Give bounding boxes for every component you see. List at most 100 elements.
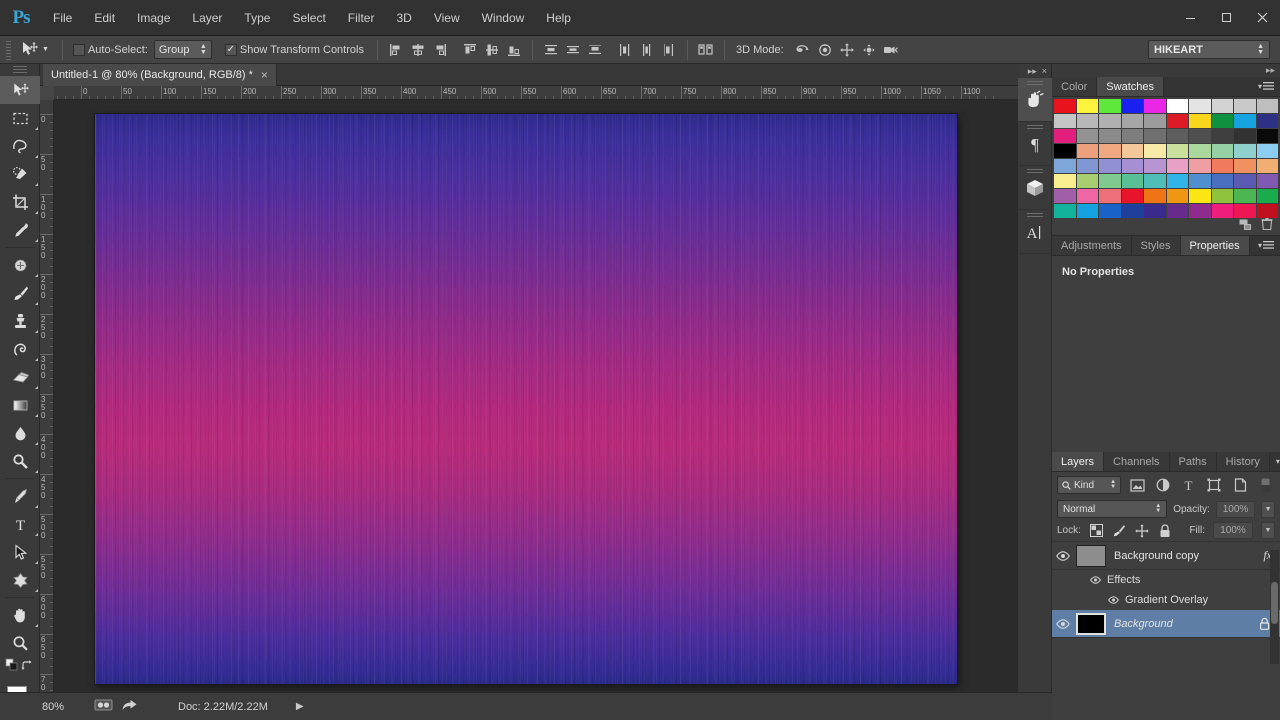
horizontal-ruler[interactable]: 5005010015020025030035040045050055060065… — [40, 86, 1018, 100]
color-swatch[interactable] — [1166, 144, 1188, 158]
tab-layers[interactable]: Layers — [1052, 452, 1105, 471]
distribute-left-edges-icon[interactable] — [614, 39, 636, 61]
spot-healing-brush-tool[interactable] — [0, 251, 40, 279]
color-swatch[interactable] — [1099, 144, 1121, 158]
paragraph-panel-icon[interactable]: ¶ — [1018, 122, 1052, 166]
color-swatch[interactable] — [1189, 159, 1211, 173]
lock-position-icon[interactable] — [1135, 523, 1150, 538]
color-swatch[interactable] — [1166, 189, 1188, 203]
color-swatch[interactable] — [1054, 159, 1076, 173]
color-swatch[interactable] — [1189, 204, 1211, 218]
lasso-tool[interactable] — [0, 132, 40, 160]
distribute-horizontal-centers-icon[interactable] — [636, 39, 658, 61]
lock-transparency-icon[interactable] — [1089, 523, 1104, 538]
default-colors-icon[interactable] — [5, 658, 20, 678]
color-swatch[interactable] — [1234, 129, 1256, 143]
color-swatch[interactable] — [1256, 189, 1278, 203]
layer-thumbnail[interactable] — [1076, 612, 1106, 635]
preview-icon[interactable] — [94, 698, 113, 715]
tab-history[interactable]: History — [1216, 452, 1270, 471]
scale-3d-icon[interactable] — [880, 39, 902, 61]
clone-stamp-tool[interactable] — [0, 307, 40, 335]
color-swatch[interactable] — [1256, 159, 1278, 173]
vertical-ruler[interactable]: 0 50 100 150 200 250 300 350 400 450 500 550 600 650 7… — [40, 100, 54, 692]
show-transform-checkbox[interactable]: ✓ — [224, 43, 237, 56]
color-swatch[interactable] — [1076, 159, 1098, 173]
menu-3d[interactable]: 3D — [385, 0, 422, 36]
filter-pixel-icon[interactable] — [1128, 476, 1147, 494]
delete-swatch-icon[interactable] — [1261, 217, 1273, 236]
color-swatch[interactable] — [1189, 144, 1211, 158]
color-swatch[interactable] — [1234, 99, 1256, 113]
auto-select-checkbox[interactable] — [72, 43, 85, 56]
color-swatch[interactable] — [1166, 159, 1188, 173]
color-swatch[interactable] — [1099, 114, 1121, 128]
color-swatch[interactable] — [1099, 174, 1121, 188]
color-swatch[interactable] — [1076, 204, 1098, 218]
path-selection-tool[interactable] — [0, 538, 40, 566]
tab-adjustments[interactable]: Adjustments — [1052, 236, 1132, 255]
new-swatch-icon[interactable] — [1238, 218, 1252, 236]
scrollbar-thumb[interactable] — [1271, 582, 1278, 624]
filter-type-icon[interactable]: T — [1179, 476, 1198, 494]
color-swatch[interactable] — [1144, 174, 1166, 188]
eye-icon[interactable] — [1052, 618, 1074, 629]
color-swatch[interactable] — [1076, 174, 1098, 188]
lock-all-icon[interactable] — [1158, 523, 1173, 538]
color-swatch[interactable] — [1211, 99, 1233, 113]
layer-row[interactable]: Background copy fx — [1052, 542, 1280, 570]
color-swatch[interactable] — [1144, 129, 1166, 143]
color-swatch[interactable] — [1256, 204, 1278, 218]
horizontal-type-tool[interactable]: T — [0, 510, 40, 538]
panel-menu-icon[interactable]: ▾ — [1252, 236, 1280, 255]
color-swatch[interactable] — [1211, 129, 1233, 143]
color-swatch[interactable] — [1076, 99, 1098, 113]
eraser-tool[interactable] — [0, 363, 40, 391]
zoom-tool[interactable] — [0, 629, 40, 657]
color-swatch[interactable] — [1054, 114, 1076, 128]
roll-3d-icon[interactable] — [814, 39, 836, 61]
align-top-edges-icon[interactable] — [459, 39, 481, 61]
color-swatch[interactable] — [1166, 129, 1188, 143]
crop-tool[interactable] — [0, 188, 40, 216]
color-swatch[interactable] — [1256, 114, 1278, 128]
menu-filter[interactable]: Filter — [337, 0, 386, 36]
menu-select[interactable]: Select — [281, 0, 336, 36]
color-swatch[interactable] — [1054, 174, 1076, 188]
opacity-slider-arrow-icon[interactable]: ▼ — [1261, 500, 1275, 518]
color-swatch[interactable] — [1189, 174, 1211, 188]
color-swatch[interactable] — [1211, 114, 1233, 128]
dodge-tool[interactable] — [0, 447, 40, 475]
menu-file[interactable]: File — [42, 0, 83, 36]
layer-filter-kind-dropdown[interactable]: Kind ▲ ▼ — [1057, 476, 1122, 494]
color-swatch[interactable] — [1256, 99, 1278, 113]
distribute-bottom-edges-icon[interactable] — [584, 39, 606, 61]
distribute-vertical-centers-icon[interactable] — [562, 39, 584, 61]
brush-tool[interactable] — [0, 279, 40, 307]
color-swatch[interactable] — [1121, 129, 1143, 143]
color-swatch[interactable] — [1099, 189, 1121, 203]
align-vertical-centers-icon[interactable] — [481, 39, 503, 61]
lock-image-icon[interactable] — [1112, 523, 1127, 538]
panel-menu-icon[interactable]: ▾ — [1252, 77, 1280, 96]
menu-help[interactable]: Help — [535, 0, 582, 36]
filter-smartobject-icon[interactable] — [1231, 476, 1250, 494]
custom-shape-tool[interactable] — [0, 566, 40, 594]
expand-panels-icon[interactable]: ▸▸ — [1028, 66, 1037, 77]
color-swatch[interactable] — [1099, 159, 1121, 173]
color-swatch[interactable] — [1234, 204, 1256, 218]
fill-value[interactable]: 100% — [1213, 522, 1253, 539]
color-swatch[interactable] — [1099, 99, 1121, 113]
move-tool[interactable] — [0, 76, 40, 104]
fill-slider-arrow-icon[interactable]: ▼ — [1261, 522, 1275, 539]
zoom-level[interactable]: 80% — [42, 701, 94, 713]
color-swatch[interactable] — [1234, 189, 1256, 203]
color-swatch[interactable] — [1121, 144, 1143, 158]
color-swatch[interactable] — [1076, 144, 1098, 158]
ruler-origin-corner[interactable] — [40, 86, 54, 100]
active-tool-preset[interactable]: ▼ — [17, 39, 55, 61]
color-swatch[interactable] — [1121, 99, 1143, 113]
color-swatch[interactable] — [1211, 159, 1233, 173]
color-swatch[interactable] — [1099, 204, 1121, 218]
color-swatch[interactable] — [1211, 189, 1233, 203]
